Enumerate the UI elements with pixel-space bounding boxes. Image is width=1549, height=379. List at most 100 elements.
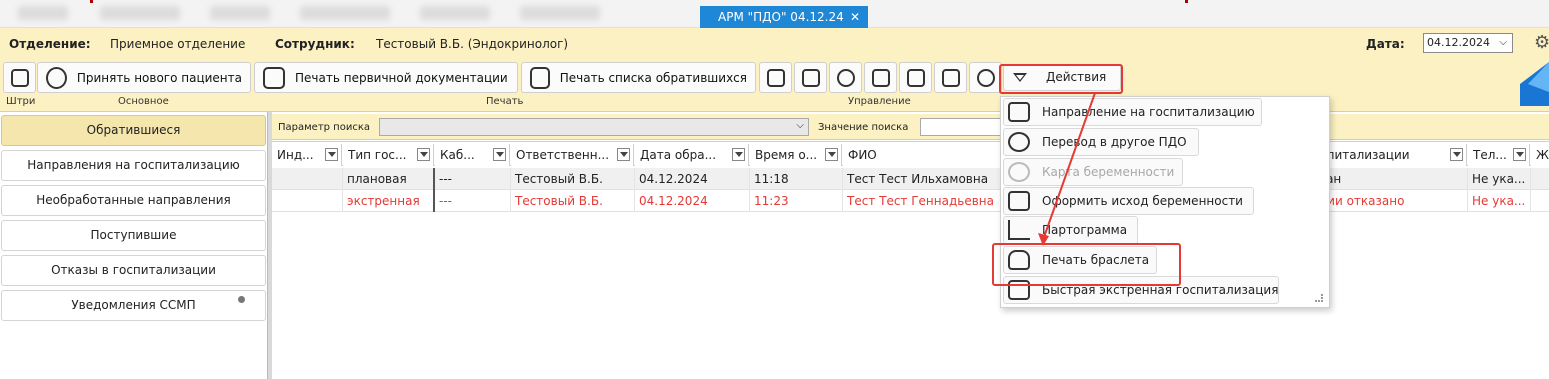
mgmt-button-5[interactable] (899, 62, 932, 93)
mgmt-button-4[interactable] (864, 62, 897, 93)
blurred-tab (100, 6, 180, 20)
cell-fio: Тест Тест Ильхамовна (843, 168, 1003, 190)
table-header: Инд... Тип гос... Каб... Ответственн... … (272, 141, 1549, 166)
filter-icon[interactable] (417, 148, 430, 161)
col-header[interactable]: ФИО (843, 144, 1003, 166)
col-header[interactable]: Ж (1531, 144, 1549, 166)
col-header[interactable]: Ответственн... (511, 144, 634, 166)
filter-icon[interactable] (617, 148, 630, 161)
sidebar-item-applied[interactable]: Обратившиеся (1, 115, 266, 146)
user-card-icon (942, 69, 960, 87)
date-value: 04.12.2024 (1427, 36, 1490, 49)
group-label-management: Управление (848, 96, 911, 107)
app-tab-title: АРМ "ПДО" 04.12.24 (718, 10, 844, 24)
blurred-tab (210, 6, 270, 20)
group-label-barcode: Штри (6, 96, 36, 107)
chevron-down-icon[interactable]: ⌵ (796, 120, 804, 131)
employee-label: Сотрудник: (275, 37, 355, 51)
sidebar-item-label: Уведомления ССМП (71, 298, 196, 312)
cell-cab: --- (435, 190, 511, 212)
filter-icon[interactable] (1513, 148, 1526, 161)
add-user-icon (46, 66, 67, 89)
mgmt-button-6[interactable] (934, 62, 967, 93)
col-header[interactable]: спитализации (1315, 144, 1467, 166)
mgmt-button-7[interactable] (969, 62, 1002, 93)
print-primary-button[interactable]: Печать первичной документации (254, 62, 518, 93)
menu-item-referral[interactable]: Направление на госпитализацию (1003, 98, 1262, 126)
col-header[interactable]: Каб... (435, 144, 510, 166)
sidebar-item-notifications[interactable]: Уведомления ССМП (1, 290, 266, 321)
archive-icon (1008, 191, 1030, 211)
sidebar-item-label: Необработанные направления (36, 193, 231, 207)
mgmt-button-2[interactable] (794, 62, 827, 93)
menu-item-transfer[interactable]: Перевод в другое ПДО (1003, 128, 1199, 156)
col-header[interactable]: Тип гос... (343, 144, 434, 166)
search-param-select[interactable]: ⌵ (379, 118, 809, 136)
filter-icon[interactable] (1450, 148, 1463, 161)
col-header-label: Тип гос... (348, 148, 407, 162)
sidebar-item-referrals[interactable]: Направления на госпитализацию (1, 150, 266, 181)
cell-index (272, 168, 343, 190)
patients-table: Инд... Тип гос... Каб... Ответственн... … (272, 141, 1549, 379)
archive-icon (907, 69, 925, 87)
table-row[interactable]: экстренная --- Тестовый В.Б. 04.12.2024 … (272, 190, 1549, 212)
cell-time: 11:23 (750, 190, 843, 212)
cell-tel: Не ука... (1468, 168, 1531, 190)
sidebar-item-admitted[interactable]: Поступившие (1, 220, 266, 251)
print-list-label: Печать списка обратившихся (559, 70, 747, 85)
col-header[interactable]: Инд... (272, 144, 342, 166)
sidebar-item-refusals[interactable]: Отказы в госпитализации (1, 255, 266, 286)
print-list-button[interactable]: Печать списка обратившихся (521, 62, 756, 93)
department-label: Отделение: (9, 37, 91, 51)
transfer-icon (1008, 132, 1030, 152)
col-header[interactable]: Дата обра... (635, 144, 749, 166)
sidebar-item-label: Направления на госпитализацию (27, 158, 240, 172)
barcode-button[interactable] (3, 62, 36, 93)
print-primary-label: Печать первичной документации (295, 70, 508, 85)
sidebar: Обратившиеся Направления на госпитализац… (0, 112, 268, 379)
col-header[interactable]: Тел... (1468, 144, 1530, 166)
filter-icon[interactable] (732, 148, 745, 161)
group-label-print: Печать (486, 96, 524, 107)
cell-date: 04.12.2024 (635, 168, 750, 190)
app-tab[interactable]: АРМ "ПДО" 04.12.24 ✕ (700, 6, 868, 28)
chevron-down-icon[interactable]: ⌵ (1499, 34, 1507, 52)
cell-time: 11:18 (750, 168, 843, 190)
col-header-label: Ответственн... (516, 148, 610, 162)
printer-icon (530, 66, 550, 89)
close-icon[interactable]: ✕ (850, 6, 860, 28)
menu-item-label: Оформить исход беременности (1042, 194, 1243, 208)
employee-value: Тестовый В.Б. (Эндокринолог) (376, 37, 569, 51)
title-bar: АРМ "ПДО" 04.12.24 ✕ (0, 0, 1549, 28)
filter-icon[interactable] (493, 148, 506, 161)
col-header-label: спитализации (1320, 148, 1410, 162)
filter-icon[interactable] (325, 148, 338, 161)
cell-type: экстренная (343, 190, 435, 212)
col-header[interactable]: Время о... (750, 144, 842, 166)
referral-icon (1008, 102, 1030, 122)
chart-line-icon (1008, 220, 1030, 240)
filter-icon[interactable] (825, 148, 838, 161)
search-param-label: Параметр поиска (278, 122, 370, 133)
date-picker[interactable]: 04.12.2024 ⌵ (1423, 33, 1513, 53)
search-value-label: Значение поиска (818, 122, 909, 133)
menu-item-label: Карта беременности (1042, 165, 1175, 179)
menu-item-pregnancy-outcome[interactable]: Оформить исход беременности (1003, 187, 1254, 215)
form-edit-icon (767, 69, 785, 87)
menu-item-label: Направление на госпитализацию (1042, 105, 1255, 119)
mgmt-button-1[interactable] (759, 62, 792, 93)
sidebar-item-label: Обратившиеся (86, 123, 181, 137)
mgmt-button-3[interactable] (829, 62, 862, 93)
blurred-tab (520, 6, 600, 20)
notification-dot-icon (238, 296, 245, 303)
doctor-icon (837, 69, 855, 87)
table-row[interactable]: плановая --- Тестовый В.Б. 04.12.2024 11… (272, 168, 1549, 190)
sidebar-item-unprocessed[interactable]: Необработанные направления (1, 185, 266, 216)
resize-grip-icon[interactable] (1315, 294, 1323, 302)
col-header-label: Ж (1536, 148, 1549, 162)
accept-patient-button[interactable]: Принять нового пациента (37, 62, 251, 93)
menu-item-pregnancy-card: Карта беременности (1003, 158, 1183, 186)
gear-icon[interactable]: ⚙ (1534, 32, 1549, 53)
pregnancy-card-icon (1008, 162, 1030, 182)
menu-item-partogram[interactable]: Партограмма (1003, 216, 1138, 244)
